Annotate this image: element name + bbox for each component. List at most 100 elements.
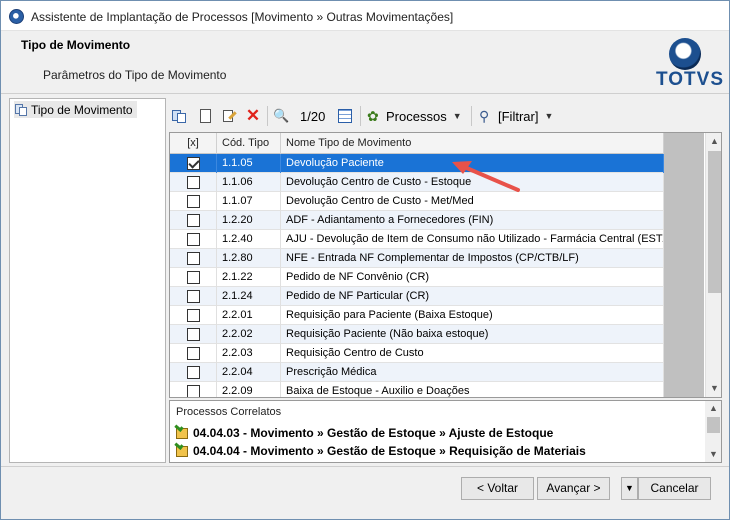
row-checkbox[interactable] — [187, 195, 200, 208]
code-cell: 2.2.03 — [217, 344, 281, 363]
code-cell: 2.2.09 — [217, 382, 281, 397]
grid-scrollbar[interactable]: ▲ ▼ — [705, 133, 721, 397]
scroll-up-icon[interactable]: ▲ — [706, 133, 721, 150]
select-cell — [170, 268, 217, 287]
tree-item-label: Tipo de Movimento — [31, 102, 133, 117]
code-cell: 2.1.24 — [217, 287, 281, 306]
select-cell — [170, 382, 217, 397]
table-row[interactable]: 2.1.22 Pedido de NF Convênio (CR) — [170, 268, 664, 287]
select-cell — [170, 363, 217, 382]
code-cell: 2.1.22 — [217, 268, 281, 287]
code-cell: 2.2.01 — [217, 306, 281, 325]
step-tree: Tipo de Movimento — [9, 98, 166, 463]
processes-dropdown-button[interactable]: ✿ Processos ▼ — [367, 104, 462, 128]
column-header-select[interactable]: [x] — [170, 133, 217, 154]
column-header-name[interactable]: Nome Tipo de Movimento — [281, 133, 664, 154]
related-processes-title: Processos Correlatos — [176, 406, 282, 418]
import-icon — [171, 108, 187, 124]
find-icon: 🔍 — [273, 108, 290, 123]
delete-button[interactable]: ✕ — [245, 104, 261, 128]
select-cell — [170, 344, 217, 363]
record-counter: 1/20 — [297, 104, 325, 128]
table-row[interactable]: 2.2.09 Baixa de Estoque - Auxilio e Doaçõ… — [170, 382, 664, 397]
table-row[interactable]: 2.2.02 Requisição Paciente (Não baixa est… — [170, 325, 664, 344]
table-row[interactable]: 1.2.80 NFE - Entrada NF Complementar de I… — [170, 249, 664, 268]
window-title: Assistente de Implantação de Processos [… — [31, 10, 454, 24]
name-cell: Pedido de NF Convênio (CR) — [281, 268, 664, 287]
next-button[interactable]: Avançar > — [537, 477, 610, 500]
options-dropdown-button[interactable]: ▼ — [621, 477, 638, 500]
related-process-label: 04.04.03 - Movimento » Gestão de Estoque… — [193, 425, 554, 440]
table-row[interactable]: 2.2.03 Requisição Centro de Custo — [170, 344, 664, 363]
related-processes-panel: Processos Correlatos 04.04.03 - Moviment… — [169, 400, 722, 463]
footer-divider — [1, 466, 729, 467]
import-button[interactable] — [171, 104, 187, 128]
code-cell: 1.2.40 — [217, 230, 281, 249]
process-check-icon — [174, 441, 189, 458]
filter-dropdown-button[interactable]: ⚲ [Filtrar] ▼ — [479, 104, 553, 128]
back-button[interactable]: < Voltar — [461, 477, 534, 500]
row-checkbox[interactable] — [187, 347, 200, 360]
code-cell: 2.2.02 — [217, 325, 281, 344]
row-checkbox[interactable] — [187, 252, 200, 265]
title-bar: Assistente de Implantação de Processos [… — [1, 1, 729, 31]
row-checkbox[interactable] — [187, 328, 200, 341]
table-row[interactable]: 2.1.24 Pedido de NF Particular (CR) — [170, 287, 664, 306]
name-cell: Requisição para Paciente (Baixa Estoque) — [281, 306, 664, 325]
table-row[interactable]: 1.2.40 AJU - Devolução de Item de Consumo… — [170, 230, 664, 249]
table-row[interactable]: 1.1.05 Devolução Paciente — [170, 154, 664, 173]
select-cell — [170, 173, 217, 192]
new-button[interactable] — [197, 104, 213, 128]
table-row[interactable]: 1.1.07 Devolução Centro de Custo - Met/Me… — [170, 192, 664, 211]
scroll-down-icon[interactable]: ▼ — [705, 447, 721, 462]
table-row[interactable]: 2.2.04 Prescrição Médica — [170, 363, 664, 382]
row-checkbox[interactable] — [187, 214, 200, 227]
tree-item-tipo-de-movimento[interactable]: Tipo de Movimento — [14, 101, 137, 118]
grid-empty-area — [664, 133, 704, 397]
name-cell: Devolução Centro de Custo - Met/Med — [281, 192, 664, 211]
processes-icon: ✿ — [367, 108, 379, 124]
table-row[interactable]: 2.2.01 Requisição para Paciente (Baixa Es… — [170, 306, 664, 325]
find-button[interactable]: 🔍 — [273, 104, 289, 128]
related-scrollbar[interactable]: ▲ ▼ — [705, 401, 721, 462]
select-cell — [170, 325, 217, 344]
select-cell — [170, 211, 217, 230]
row-checkbox[interactable] — [187, 385, 200, 397]
code-cell: 2.2.04 — [217, 363, 281, 382]
select-cell — [170, 154, 217, 173]
select-cell — [170, 249, 217, 268]
cancel-button[interactable]: Cancelar — [638, 477, 711, 500]
row-checkbox[interactable] — [187, 309, 200, 322]
grid-view-button[interactable] — [337, 104, 353, 128]
related-process-link[interactable]: 04.04.03 - Movimento » Gestão de Estoque… — [174, 423, 554, 441]
scroll-up-icon[interactable]: ▲ — [705, 401, 721, 416]
related-process-link[interactable]: 04.04.04 - Movimento » Gestão de Estoque… — [174, 441, 586, 459]
row-checkbox[interactable] — [187, 366, 200, 379]
row-checkbox[interactable] — [187, 271, 200, 284]
record-counter-text: 1/20 — [300, 108, 326, 124]
row-checkbox[interactable] — [187, 157, 200, 170]
scroll-thumb[interactable] — [707, 417, 720, 433]
processes-label: Processos — [386, 108, 447, 124]
step-title: Tipo de Movimento — [21, 38, 131, 52]
table-row[interactable]: 1.1.06 Devolução Centro de Custo - Estoqu… — [170, 173, 664, 192]
scroll-thumb[interactable] — [708, 151, 721, 293]
column-header-code[interactable]: Cód. Tipo — [217, 133, 281, 154]
movement-type-grid: [x] Cód. Tipo Nome Tipo de Movimento 1.1… — [169, 132, 722, 398]
row-checkbox[interactable] — [187, 233, 200, 246]
process-check-icon — [174, 423, 189, 440]
select-cell — [170, 306, 217, 325]
app-icon — [9, 9, 24, 24]
table-row[interactable]: 1.2.20 ADF - Adiantamento a Fornecedores … — [170, 211, 664, 230]
select-cell — [170, 287, 217, 306]
code-cell: 1.1.07 — [217, 192, 281, 211]
select-cell — [170, 230, 217, 249]
edit-button[interactable] — [221, 104, 237, 128]
name-cell: Requisição Centro de Custo — [281, 344, 664, 363]
filter-label: [Filtrar] — [498, 108, 539, 124]
scroll-down-icon[interactable]: ▼ — [706, 380, 721, 397]
row-checkbox[interactable] — [187, 290, 200, 303]
select-cell — [170, 192, 217, 211]
grid-icon — [337, 108, 353, 124]
row-checkbox[interactable] — [187, 176, 200, 189]
